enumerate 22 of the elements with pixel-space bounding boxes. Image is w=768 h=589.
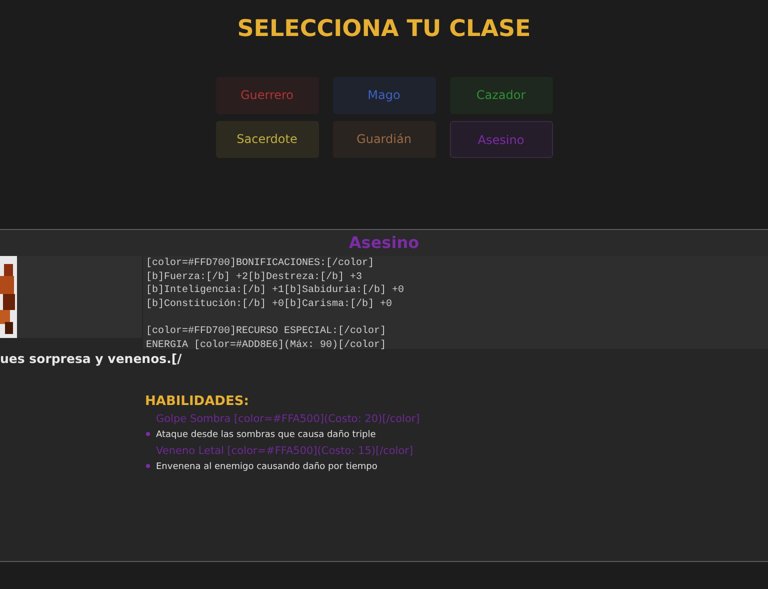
ability-description: Envenena al enemigo causando daño por tiempo bbox=[156, 461, 378, 474]
stats-line: [color=#FFD700]RECURSO ESPECIAL:[/color] bbox=[146, 324, 388, 339]
ability-name: Golpe Sombra [color=#FFA500](Costo: 20)[/color] bbox=[156, 412, 420, 427]
class-button[interactable]: Cazador bbox=[450, 76, 552, 114]
class-button[interactable]: Mago bbox=[332, 76, 436, 114]
stats-line: [b]Inteligencia:[/b] +1[b]Sabiduria:[/b] +0 bbox=[146, 284, 406, 298]
class-button[interactable]: Guardián bbox=[332, 120, 436, 158]
stats-line: [b]Constitución:[/b] +0[b]Carisma:[/b] +0 bbox=[146, 298, 394, 312]
class-description: ues sorpresa y venenos.[/ bbox=[0, 350, 183, 368]
stats-line: [color=#FFD700]BONIFICACIONES:[/color] bbox=[146, 257, 376, 271]
abilities-heading: HABILIDADES: bbox=[145, 393, 250, 411]
bullet-icon bbox=[146, 464, 150, 468]
page-title: SELECCIONA TU CLASE bbox=[237, 15, 531, 44]
class-button[interactable]: Sacerdote bbox=[216, 120, 318, 158]
ability-description: Ataque desde las sombras que causa daño triple bbox=[156, 429, 377, 442]
class-button[interactable]: Guerrero bbox=[216, 76, 318, 114]
class-name-bar: Asesino bbox=[0, 230, 768, 256]
class-button[interactable]: Asesino bbox=[450, 120, 552, 158]
ability-name: Veneno Letal [color=#FFA500](Costo: 15)[/color] bbox=[156, 444, 414, 459]
stats-line: ENERGIA [color=#ADD8E6](Máx: 90)[/color] bbox=[146, 338, 388, 352]
stats-line: [b]Fuerza:[/b] +2[b]Destreza:[/b] +3 bbox=[146, 270, 364, 284]
bullet-icon bbox=[146, 432, 150, 436]
